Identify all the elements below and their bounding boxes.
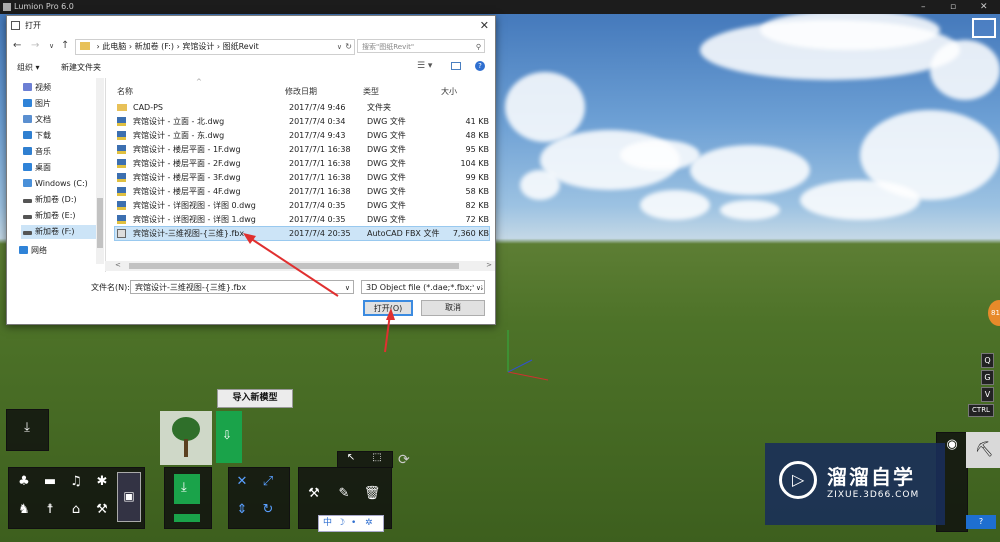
import-new-model-button[interactable]: ⇩ [216,411,242,463]
moon-icon[interactable]: ☽ [337,516,345,531]
watermark-title: 溜溜自学 [827,465,915,489]
weather-label: 中 [323,518,333,528]
red-arrow-to-file [246,235,339,297]
import-download-icon: ⤓ [24,420,30,435]
box-select-icon[interactable]: ⬚ [368,452,386,463]
play-logo-icon: ▷ [779,461,817,499]
sun-gear-icon[interactable]: ✲ [365,516,373,531]
tree-icon [172,417,200,441]
imported-models-button[interactable]: ▣ [117,472,141,522]
import-model-icon: ⇩ [222,428,233,442]
rotate-icon[interactable]: ↻ [259,502,277,517]
imported-model-icon: ▣ [123,489,135,503]
help-button[interactable]: ? [966,515,996,529]
key-q-indicator: Q [981,353,994,368]
axis-x-line [507,371,549,381]
height-icon[interactable]: ⇕ [233,502,251,517]
key-v-indicator: V [981,387,994,402]
pencil-icon[interactable]: ✎ [335,486,353,501]
import-new-model-tooltip: 导入新模型 [217,389,293,408]
build-mode-button[interactable]: ⛏ [966,432,1000,468]
selection-mode-panel: ↖ ⬚ [337,451,393,468]
arrowhead-file [243,233,256,244]
sound-icon[interactable]: ♫ [67,474,85,489]
scale-icon[interactable]: ⤢ [259,474,277,489]
weather-toolbar: 中 ☽ • ✲ [318,515,384,532]
watermark-overlay: ▷ 溜溜自学 ZIXUE.3D66.COM [765,443,945,525]
key-ctrl-indicator: CTRL [968,404,994,417]
refresh-scene-icon[interactable]: ⟳ [398,452,410,468]
watermark-url: ZIXUE.3D66.COM [827,490,920,500]
vehicle-icon[interactable]: ▬ [41,474,59,489]
place-download-icon: ⤓ [181,480,187,495]
trash-icon[interactable]: 🗑 [363,486,381,501]
wrench-icon[interactable]: ⚒ [305,486,323,501]
import-panel-button[interactable]: ⤓ [6,409,49,451]
key-g-indicator: G [981,370,994,385]
axis-z-line [507,359,533,373]
effects-icon[interactable]: ✱ [93,474,111,489]
nature-icon[interactable]: ♣ [15,474,33,489]
placement-panel: ⤓ [164,467,212,529]
people-icon[interactable]: ♞ [15,502,33,517]
dot-icon[interactable]: • [351,516,356,531]
utility-icon[interactable]: ⚒ [93,502,111,517]
camera-icon[interactable]: ◉ [943,437,961,452]
object-category-panel: ♣ ▬ ♫ ✱ ♞ ☨ ⌂ ⚒ ▣ [8,467,145,529]
select-cursor-icon[interactable]: ↖ [342,452,360,463]
arrowhead-open [386,308,395,320]
place-line-button[interactable] [174,514,200,522]
shovel-icon: ⛏ [975,440,995,458]
place-object-button[interactable]: ⤓ [174,474,200,504]
move-icon[interactable]: ✕ [233,474,251,489]
walker-icon[interactable]: ☨ [41,502,59,517]
tree-model-thumbnail[interactable] [160,411,212,465]
building-icon[interactable]: ⌂ [67,502,85,517]
transform-panel: ✕ ⤢ ⇕ ↻ [228,467,290,529]
